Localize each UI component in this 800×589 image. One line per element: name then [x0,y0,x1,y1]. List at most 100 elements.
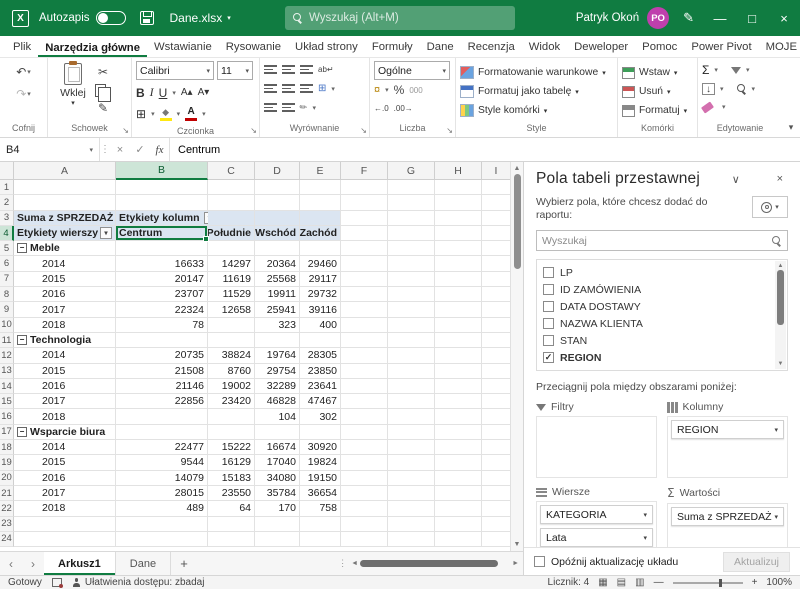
tab-narzędzia-główne[interactable]: Narzędzia główne [38,40,147,58]
merge-center-button[interactable]: ⊞ [318,83,326,94]
cell-E8[interactable]: 29732 [300,287,341,302]
cell-F6[interactable] [341,256,388,271]
cell-B9[interactable]: 22324 [116,302,208,317]
cell-A19[interactable]: 2015 [14,455,116,470]
cell-E10[interactable]: 400 [300,318,341,333]
field-stan[interactable]: STAN [543,332,773,349]
tab-plik[interactable]: Plik [6,39,38,57]
field-list-scrollbar[interactable]: ▲ ▼ [775,261,786,369]
cell-G21[interactable] [388,486,435,501]
cell-I16[interactable] [482,409,511,424]
cell-C19[interactable]: 16129 [208,455,255,470]
cell-E16[interactable]: 302 [300,409,341,424]
autosave-control[interactable]: Autozapis [39,11,126,25]
row-header-16[interactable]: 16 [0,409,14,424]
cell-F8[interactable] [341,287,388,302]
field-checkbox[interactable] [543,284,554,295]
cell-H3[interactable] [435,211,482,226]
row-header-23[interactable]: 23 [0,517,14,532]
collapse-group-icon[interactable]: − [17,243,27,253]
cell-H19[interactable] [435,455,482,470]
row-header-11[interactable]: 11 [0,333,14,348]
clear-icon[interactable] [701,101,714,113]
field-search-box[interactable] [536,230,788,251]
copy-button[interactable]: ▾ [94,81,112,99]
font-dialog-launcher-icon[interactable]: ↘ [250,126,257,135]
cell-G5[interactable] [388,241,435,256]
tab-power-pivot[interactable]: Power Pivot [684,39,758,57]
select-all-corner[interactable] [0,162,14,180]
cell-C11[interactable] [208,333,255,348]
row-labels-filter-icon[interactable]: ▾ [100,227,112,239]
name-box[interactable]: B4 ▾ [0,138,100,161]
cell-A23[interactable] [14,517,116,532]
cell-E6[interactable]: 29460 [300,256,341,271]
cell-F11[interactable] [341,333,388,348]
cell-G4[interactable] [388,226,435,241]
cell-H14[interactable] [435,379,482,394]
cell-E23[interactable] [300,517,341,532]
cell-C12[interactable]: 38824 [208,348,255,363]
collapse-ribbon-icon[interactable]: ▾ [782,58,800,137]
cell-C13[interactable]: 8760 [208,364,255,379]
cell-E17[interactable] [300,425,341,440]
sheet-nav-left-icon[interactable]: ‹ [0,552,22,575]
format-cells-button[interactable]: Formatuj▾ [622,101,687,120]
col-header-A[interactable]: A [14,162,116,180]
tab-moje[interactable]: MOJE [759,39,800,57]
cell-F7[interactable] [341,272,388,287]
col-header-G[interactable]: G [388,162,435,180]
pane-close-icon[interactable]: × [772,173,788,185]
col-header-E[interactable]: E [300,162,341,180]
cell-G1[interactable] [388,180,435,195]
cell-I10[interactable] [482,318,511,333]
sheet-tab-dane[interactable]: Dane [116,552,171,575]
cell-E3[interactable] [300,211,341,226]
cell-C8[interactable]: 11529 [208,287,255,302]
cell-B18[interactable]: 22477 [116,440,208,455]
font-color-button[interactable]: A [185,107,197,121]
align-center-icon[interactable] [282,84,295,93]
cell-B22[interactable]: 489 [116,501,208,516]
cell-C7[interactable]: 11619 [208,272,255,287]
cell-I8[interactable] [482,287,511,302]
cell-B5[interactable] [116,241,208,256]
underline-button[interactable]: U [159,86,168,100]
cell-F16[interactable] [341,409,388,424]
cell-I7[interactable] [482,272,511,287]
autosum-button[interactable]: Σ [702,63,709,77]
cell-D15[interactable]: 46828 [255,394,300,409]
cell-B16[interactable] [116,409,208,424]
field-checkbox[interactable]: ✓ [543,352,554,363]
align-top-icon[interactable] [264,65,277,74]
cell-C6[interactable]: 14297 [208,256,255,271]
cell-D13[interactable]: 29754 [255,364,300,379]
cell-F1[interactable] [341,180,388,195]
cell-D7[interactable]: 25568 [255,272,300,287]
cell-D20[interactable]: 34080 [255,471,300,486]
orientation-button[interactable]: ✎ [297,101,310,114]
row-header-8[interactable]: 8 [0,287,14,302]
row-header-24[interactable]: 24 [0,532,14,547]
cell-C5[interactable] [208,241,255,256]
cell-A22[interactable]: 2018 [14,501,116,516]
cell-C15[interactable]: 23420 [208,394,255,409]
undo-button[interactable]: ↶▾ [15,63,33,81]
horizontal-scroll-thumb[interactable] [360,560,498,567]
cell-E1[interactable] [300,180,341,195]
delete-cells-button[interactable]: Usuń▾ [622,82,671,101]
cell-E7[interactable]: 29117 [300,272,341,287]
fill-down-icon[interactable]: ↓ [702,83,715,95]
confirm-entry-icon[interactable]: ✓ [130,138,150,161]
cell-G8[interactable] [388,287,435,302]
decrease-font-button[interactable]: A▾ [198,87,210,98]
cell-A1[interactable] [14,180,116,195]
cell-B24[interactable] [116,532,208,547]
sort-filter-icon[interactable] [731,67,741,74]
cell-I18[interactable] [482,440,511,455]
cell-D8[interactable]: 19911 [255,287,300,302]
cell-C18[interactable]: 15222 [208,440,255,455]
cell-I12[interactable] [482,348,511,363]
cell-D24[interactable] [255,532,300,547]
cell-F15[interactable] [341,394,388,409]
